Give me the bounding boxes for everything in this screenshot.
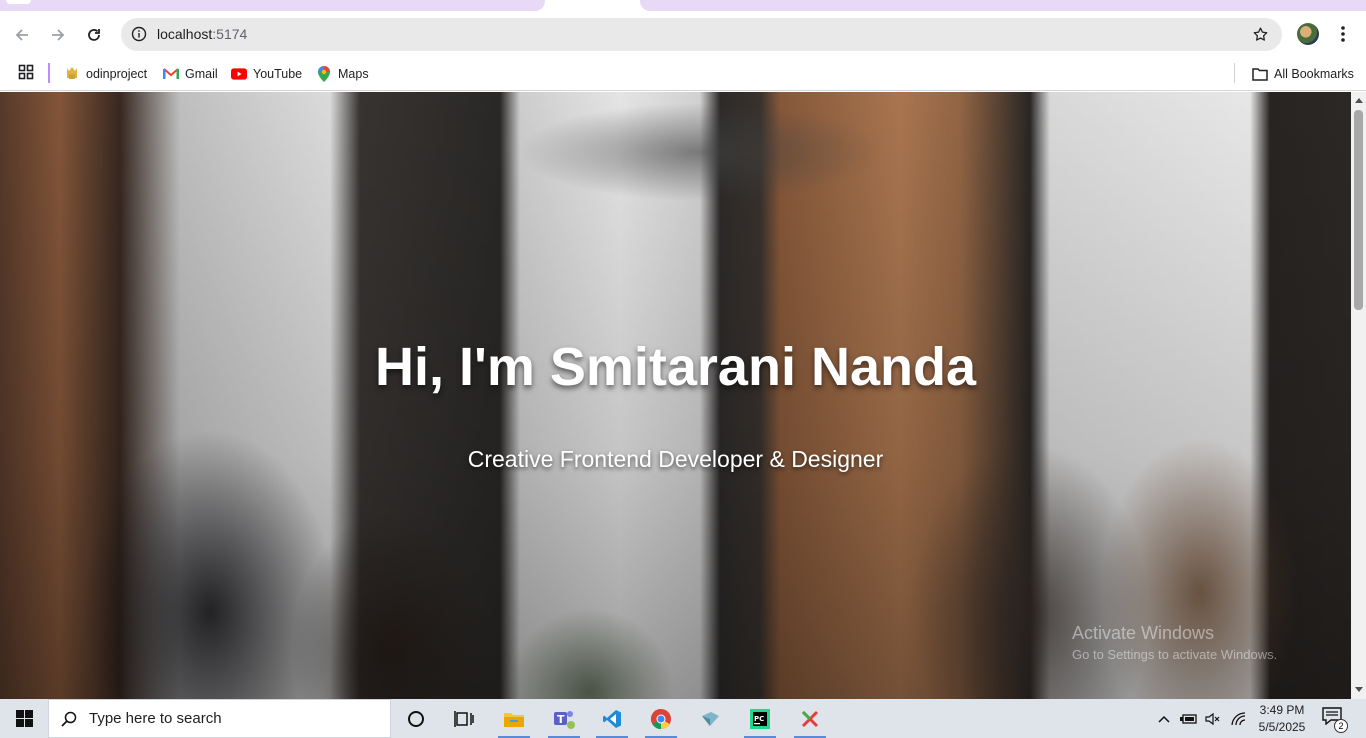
address-url[interactable]: localhost:5174 xyxy=(157,26,247,42)
folder-icon xyxy=(1252,66,1268,82)
bookmark-odinproject[interactable]: odinproject xyxy=(64,64,147,84)
activate-windows-watermark: Activate Windows Go to Settings to activ… xyxy=(1072,622,1277,666)
bookmark-label: YouTube xyxy=(253,67,303,81)
back-arrow-icon xyxy=(15,29,28,41)
notification-badge: 2 xyxy=(1334,719,1348,733)
url-port: :5174 xyxy=(212,26,248,42)
bookmarks-bar: odinproject Gmail YouTube Maps All Bookm… xyxy=(0,58,1366,91)
bookmark-separator xyxy=(48,63,50,83)
profile-avatar[interactable] xyxy=(1297,23,1319,45)
reload-button[interactable] xyxy=(79,20,109,50)
hero-subtitle: Creative Frontend Developer & Designer xyxy=(467,446,884,472)
address-bar[interactable]: localhost:5174 xyxy=(121,18,1282,51)
tray-overflow-icon[interactable] xyxy=(1154,699,1174,738)
task-view-icon[interactable] xyxy=(444,702,484,736)
bookmark-youtube[interactable]: YouTube xyxy=(231,64,302,84)
tab-inactive-right[interactable] xyxy=(640,0,1366,11)
browser-menu-icon[interactable] xyxy=(1333,23,1353,45)
system-clock[interactable]: 3:49 PM 5/5/2025 xyxy=(1252,702,1312,736)
hero-title: Hi, I'm Smitarani Nanda xyxy=(375,337,976,397)
wifi-icon[interactable] xyxy=(1228,699,1250,738)
git-tool-icon[interactable] xyxy=(790,702,830,738)
tab-strip xyxy=(0,0,1366,12)
tab-indicator xyxy=(6,0,31,4)
windows-logo-icon xyxy=(15,710,33,727)
all-bookmarks[interactable]: All Bookmarks xyxy=(1252,64,1354,84)
scroll-up-icon[interactable] xyxy=(1354,95,1363,105)
svg-text:T: T xyxy=(557,713,565,726)
chrome-icon[interactable] xyxy=(641,702,681,738)
forward-button[interactable] xyxy=(43,20,73,50)
hero-content: Hi, I'm Smitarani Nanda Creative Fronten… xyxy=(0,92,1351,699)
forward-arrow-icon xyxy=(52,29,65,41)
battery-icon[interactable] xyxy=(1178,699,1200,738)
clock-time: 3:49 PM xyxy=(1259,703,1305,717)
app-cube-icon[interactable] xyxy=(690,702,730,736)
youtube-icon xyxy=(231,66,247,82)
back-button[interactable] xyxy=(7,20,37,50)
file-explorer-icon[interactable] xyxy=(494,702,534,738)
tab-inactive-left[interactable] xyxy=(0,0,545,11)
windows-taskbar: Type here to search T PC 3:49 PM 5/5/202… xyxy=(0,699,1366,738)
site-info-icon[interactable] xyxy=(129,24,149,44)
bookmark-label: Gmail xyxy=(185,67,218,81)
reload-icon xyxy=(88,29,100,41)
taskbar-search[interactable]: Type here to search xyxy=(48,699,391,738)
vscode-icon[interactable] xyxy=(592,702,632,738)
bookmark-label: odinproject xyxy=(86,67,148,81)
bookmark-maps[interactable]: Maps xyxy=(316,64,369,84)
bookmark-label: Maps xyxy=(338,67,369,81)
cortana-icon[interactable] xyxy=(396,702,436,736)
watermark-line2: Go to Settings to activate Windows. xyxy=(1072,647,1278,662)
search-icon xyxy=(49,711,89,727)
apps-grid-icon[interactable] xyxy=(18,64,36,82)
gmail-icon xyxy=(163,66,179,82)
hero-section: Hi, I'm Smitarani Nanda Creative Fronten… xyxy=(0,92,1351,699)
volume-muted-icon[interactable] xyxy=(1202,699,1224,738)
bookmark-gmail[interactable]: Gmail xyxy=(163,64,218,84)
url-host: localhost xyxy=(157,26,213,42)
clock-date: 5/5/2025 xyxy=(1258,720,1306,734)
bookmark-separator xyxy=(1234,63,1235,83)
scroll-thumb[interactable] xyxy=(1354,110,1363,310)
watermark-line1: Activate Windows xyxy=(1072,623,1215,643)
start-button[interactable] xyxy=(0,699,48,738)
odinproject-icon xyxy=(64,66,80,82)
teams-icon[interactable]: T xyxy=(544,702,584,738)
notification-center-icon[interactable]: 2 xyxy=(1322,707,1348,733)
svg-text:PC: PC xyxy=(754,715,764,723)
search-placeholder: Type here to search xyxy=(89,710,222,727)
all-bookmarks-label: All Bookmarks xyxy=(1274,67,1354,81)
pycharm-icon[interactable]: PC xyxy=(740,702,780,738)
scroll-down-icon[interactable] xyxy=(1354,684,1363,694)
maps-pin-icon xyxy=(316,66,332,82)
page-scrollbar[interactable] xyxy=(1351,92,1366,699)
bookmark-star-icon[interactable] xyxy=(1250,24,1270,44)
browser-toolbar: localhost:5174 xyxy=(0,12,1366,58)
